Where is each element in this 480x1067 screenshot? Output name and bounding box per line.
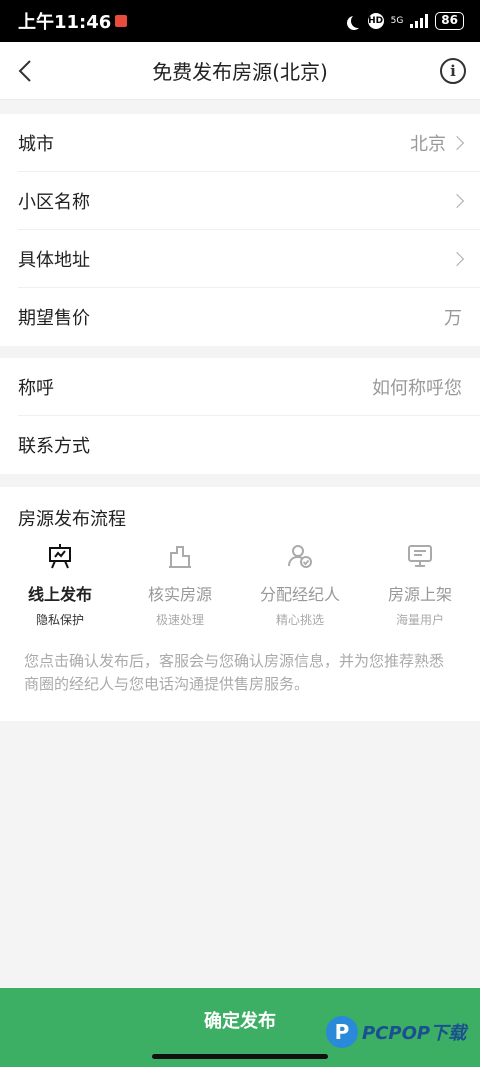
notification-icon xyxy=(115,15,128,27)
do-not-disturb-icon xyxy=(351,14,365,28)
building-icon xyxy=(165,541,195,571)
battery-level: 86 xyxy=(435,12,464,30)
address-row[interactable]: 具体地址 xyxy=(18,230,480,288)
presentation-board-icon xyxy=(45,541,75,571)
name-input[interactable]: 如何称呼您 xyxy=(372,374,462,400)
process-title: 房源发布流程 xyxy=(18,509,126,530)
page-title: 免费发布房源(北京) xyxy=(152,60,328,84)
status-time: 上午11:46 xyxy=(18,8,128,34)
contact-card: 称呼 如何称呼您 联系方式 xyxy=(0,358,480,474)
step-sub: 隐私保护 xyxy=(35,613,84,627)
community-row[interactable]: 小区名称 xyxy=(18,172,480,230)
name-row[interactable]: 称呼 如何称呼您 xyxy=(18,358,480,416)
process-description: 您点击确认发布后，客服会与您确认房源信息，并为您推荐熟悉商圈的经纪人与您电话沟通… xyxy=(24,652,445,693)
step-sub: 极速处理 xyxy=(155,613,204,627)
name-label: 称呼 xyxy=(18,377,54,399)
process-steps: 线上发布 隐私保护 核实房源 极速处理 分配经纪人 精心挑选 房源上架 海量用户 xyxy=(0,541,480,628)
watermark: P PCPOP下载 xyxy=(326,1016,466,1048)
step-name: 房源上架 xyxy=(387,585,452,604)
network-label: 5G xyxy=(390,15,404,26)
chevron-right-icon xyxy=(449,251,465,266)
community-label: 小区名称 xyxy=(18,191,90,213)
price-label: 期望售价 xyxy=(18,308,90,329)
phone-label: 联系方式 xyxy=(18,436,90,457)
price-unit: 万 xyxy=(444,308,462,329)
hd-icon: HD xyxy=(367,13,384,29)
community-value xyxy=(446,193,465,208)
step-name: 线上发布 xyxy=(27,585,92,604)
city-value: 北京 xyxy=(410,130,465,156)
home-indicator[interactable] xyxy=(152,1054,328,1059)
step-listing: 房源上架 海量用户 xyxy=(360,541,480,628)
status-bar: 上午11:46 HD 5G 86 xyxy=(0,0,480,42)
step-online-publish: 线上发布 隐私保护 xyxy=(0,541,120,628)
process-card: 房源发布流程 线上发布 隐私保护 核实房源 极速处理 分配经纪人 精心挑选 房源… xyxy=(0,487,480,721)
user-check-icon xyxy=(285,541,315,571)
address-value xyxy=(446,251,465,266)
step-sub: 精心挑选 xyxy=(275,613,324,627)
step-verify: 核实房源 极速处理 xyxy=(120,541,240,628)
step-assign-agent: 分配经纪人 精心挑选 xyxy=(240,541,360,628)
signal-icon xyxy=(410,14,429,28)
clock-text: 上午11:46 xyxy=(18,12,112,33)
confirm-publish-label: 确定发布 xyxy=(204,1011,276,1032)
step-name: 分配经纪人 xyxy=(259,585,340,604)
price-row[interactable]: 期望售价 万 xyxy=(18,288,480,346)
city-label: 城市 xyxy=(18,133,54,155)
nav-bar: 免费发布房源(北京) i xyxy=(0,42,480,100)
back-arrow-icon[interactable] xyxy=(12,56,42,86)
address-label: 具体地址 xyxy=(18,249,90,271)
watermark-text: PCPOP下载 xyxy=(362,1023,467,1044)
chevron-right-icon xyxy=(449,135,465,150)
watermark-logo-icon: P xyxy=(326,1016,358,1048)
info-icon[interactable]: i xyxy=(440,58,466,84)
monitor-icon xyxy=(405,541,435,571)
city-row[interactable]: 城市 北京 xyxy=(18,114,480,172)
step-name: 核实房源 xyxy=(147,585,212,604)
step-sub: 海量用户 xyxy=(395,613,444,627)
city-value-text: 北京 xyxy=(410,133,446,155)
chevron-right-icon xyxy=(449,193,465,208)
property-info-card: 城市 北京 小区名称 具体地址 期望售价 万 xyxy=(0,114,480,346)
status-icons: HD 5G 86 xyxy=(347,12,464,30)
phone-row[interactable]: 联系方式 xyxy=(18,416,480,474)
